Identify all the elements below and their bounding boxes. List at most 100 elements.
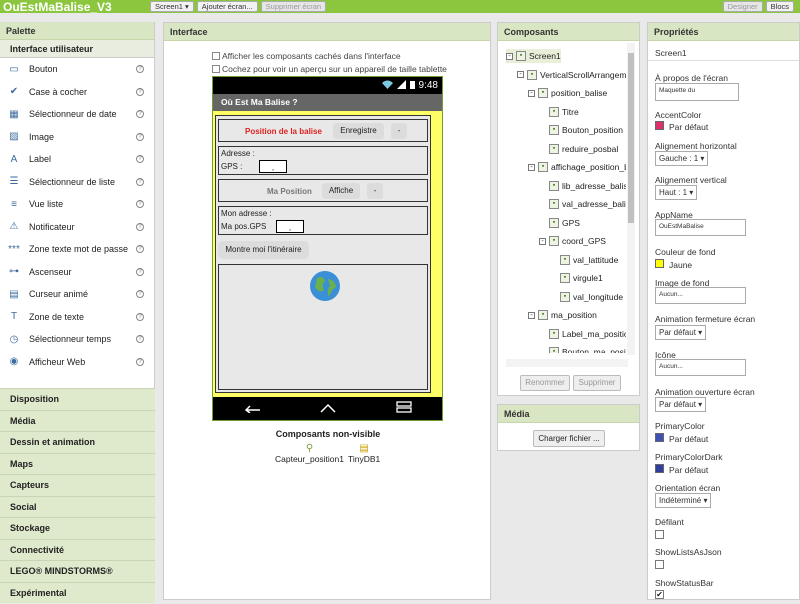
tree-node[interactable]: -▪affichage_position_balise [528, 160, 626, 174]
close-anim-select[interactable]: Par défaut ▾ [655, 325, 707, 340]
bouton-ma-position[interactable]: Affiche [322, 183, 360, 199]
tree-node[interactable]: ▪Label_ma_position [539, 327, 626, 341]
appname-input[interactable]: OuEstMaBalise [655, 219, 746, 236]
reduire-posbal-button[interactable]: - [391, 123, 407, 139]
palette-category[interactable]: LEGO® MINDSTORMS® [0, 560, 155, 582]
palette-item[interactable]: ▭ Bouton? [0, 58, 154, 81]
itineraire-button[interactable]: Montre moi l'itinéraire [218, 241, 309, 259]
tree-node[interactable]: - ▪ ma_position [528, 308, 597, 322]
tree-node[interactable]: ▪ val_longitude [550, 290, 623, 304]
palette-category[interactable]: Capteurs [0, 474, 155, 496]
help-icon[interactable]: ? [136, 155, 144, 164]
help-icon[interactable]: ? [136, 245, 144, 254]
palette-item[interactable]: ⚠ Notificateur? [0, 216, 154, 239]
palette-item[interactable]: ⊶ Ascenseur? [0, 261, 154, 284]
reduire-mapos-button[interactable]: - [367, 183, 383, 199]
bg-image-input[interactable]: Aucun... [655, 287, 746, 304]
affichage-ma-position[interactable]: Mon adresse : Ma pos.GPS , [218, 206, 428, 235]
primary-color-value[interactable]: Par défaut [669, 434, 708, 444]
help-icon[interactable]: ? [136, 132, 144, 141]
collapse-icon[interactable]: - [528, 311, 535, 319]
palette-category[interactable]: Média [0, 409, 155, 431]
designer-button[interactable]: Designer [722, 1, 763, 12]
open-anim-select[interactable]: Par défaut ▾ [655, 397, 707, 412]
ma-position-arrangement[interactable]: Ma Position Affiche - [218, 179, 428, 202]
screen-select-button[interactable]: Screen1 ▾ [150, 1, 194, 12]
collapse-icon[interactable]: - [528, 163, 535, 171]
tree-node[interactable]: -▪VerticalScrollArrangement1 [517, 68, 626, 82]
palette-item[interactable]: ☰ Sélectionneur de liste? [0, 171, 154, 194]
tree-node[interactable]: ▪ val_lattitude [550, 253, 618, 267]
palette-item[interactable]: ◉ Afficheur Web? [0, 351, 154, 374]
blocks-button[interactable]: Blocs [765, 1, 794, 12]
accent-color-value[interactable]: Par défaut [669, 122, 708, 132]
collapse-icon[interactable]: - [539, 237, 546, 245]
primary-color-swatch[interactable] [655, 433, 664, 442]
bouton-position[interactable]: Enregistre [333, 123, 384, 139]
remove-screen-button[interactable]: Supprimer écran [260, 1, 327, 12]
upload-file-button[interactable]: Charger fichier ... [533, 430, 605, 447]
scrollable-checkbox[interactable] [655, 530, 664, 539]
help-icon[interactable]: ? [136, 357, 144, 366]
orientation-select[interactable]: Indéterminé ▾ [655, 493, 712, 508]
tree-node[interactable]: ▪ reduire_posbal [539, 142, 618, 156]
tree-node[interactable]: ▪ lib_adresse_balise [539, 179, 626, 193]
palette-item[interactable]: *** Zone texte mot de passe? [0, 238, 154, 261]
help-icon[interactable]: ? [136, 177, 144, 186]
nonvisible-location-sensor[interactable]: ⚲ Capteur_position1 [275, 443, 344, 464]
tree-node[interactable]: ▪ Bouton_position [539, 123, 623, 137]
help-icon[interactable]: ? [136, 65, 144, 74]
collapse-icon[interactable]: - [528, 89, 535, 97]
rename-button[interactable]: Renommer [520, 375, 570, 391]
palette-category[interactable]: Stockage [0, 517, 155, 539]
help-icon[interactable]: ? [136, 290, 144, 299]
tablet-preview-checkbox[interactable] [212, 65, 220, 73]
tree-node[interactable]: ▪ GPS [539, 216, 580, 230]
palette-item[interactable]: ≡ Vue liste? [0, 193, 154, 216]
palette-item[interactable]: A Label? [0, 148, 154, 171]
halign-select[interactable]: Gauche : 1 ▾ [655, 151, 709, 166]
accent-color-swatch[interactable] [655, 121, 664, 130]
tree-node[interactable]: ▪Bouton_ma_position [539, 345, 626, 353]
show-hidden-row[interactable]: Afficher les composants cachés dans l'in… [212, 51, 401, 61]
primary-dark-value[interactable]: Par défaut [669, 465, 708, 475]
nonvisible-tinydb[interactable]: ▤ TinyDB1 [348, 443, 380, 464]
tablet-preview-row[interactable]: Cochez pour voir un aperçu sur un appare… [212, 64, 447, 74]
palette-category[interactable]: Connectivité [0, 538, 155, 560]
help-icon[interactable]: ? [136, 110, 144, 119]
component-tree[interactable]: -▪Screen1-▪VerticalScrollArrangement1-▪p… [498, 43, 626, 353]
bg-color-value[interactable]: Jaune [669, 260, 692, 270]
tree-node[interactable]: - ▪ coord_GPS [539, 234, 606, 248]
tree-node[interactable]: - ▪ Screen1 [506, 49, 561, 63]
show-hidden-checkbox[interactable] [212, 52, 220, 60]
valign-select[interactable]: Haut : 1 ▾ [655, 185, 698, 200]
palette-category[interactable]: Maps [0, 452, 155, 474]
help-icon[interactable]: ? [136, 87, 144, 96]
palette-category[interactable]: Dessin et animation [0, 431, 155, 453]
primary-dark-swatch[interactable] [655, 464, 664, 473]
help-icon[interactable]: ? [136, 312, 144, 321]
palette-category[interactable]: Social [0, 495, 155, 517]
web-viewer[interactable] [218, 264, 428, 390]
palette-item[interactable]: ◷ Sélectionneur temps? [0, 328, 154, 351]
palette-item[interactable]: T Zone de texte? [0, 306, 154, 329]
palette-item[interactable]: ▤ Curseur animé? [0, 283, 154, 306]
icon-input[interactable]: Aucun... [655, 359, 746, 376]
bg-color-swatch[interactable] [655, 259, 664, 268]
tree-node[interactable]: ▪ Titre [539, 105, 579, 119]
affichage-position-balise[interactable]: Adresse : GPS : , [218, 146, 428, 175]
palette-item[interactable]: ▨ Image? [0, 126, 154, 149]
palette-item[interactable]: ✔ Case à cocher? [0, 81, 154, 104]
collapse-icon[interactable]: - [517, 71, 524, 78]
status-bar-checkbox[interactable]: ✔ [655, 590, 664, 599]
help-icon[interactable]: ? [136, 335, 144, 344]
help-icon[interactable]: ? [136, 200, 144, 209]
palette-item[interactable]: ▦ Sélectionneur de date? [0, 103, 154, 126]
tree-vertical-scrollbar[interactable] [627, 43, 635, 355]
tree-node[interactable]: ▪val_adresse_balise [539, 197, 626, 211]
delete-button[interactable]: Supprimer [573, 375, 621, 391]
palette-category-user-interface[interactable]: Interface utilisateur [0, 40, 154, 58]
add-screen-button[interactable]: Ajouter écran... [196, 1, 258, 12]
about-textarea[interactable]: Maquette du [655, 83, 739, 101]
tree-horizontal-scrollbar[interactable] [506, 359, 628, 367]
